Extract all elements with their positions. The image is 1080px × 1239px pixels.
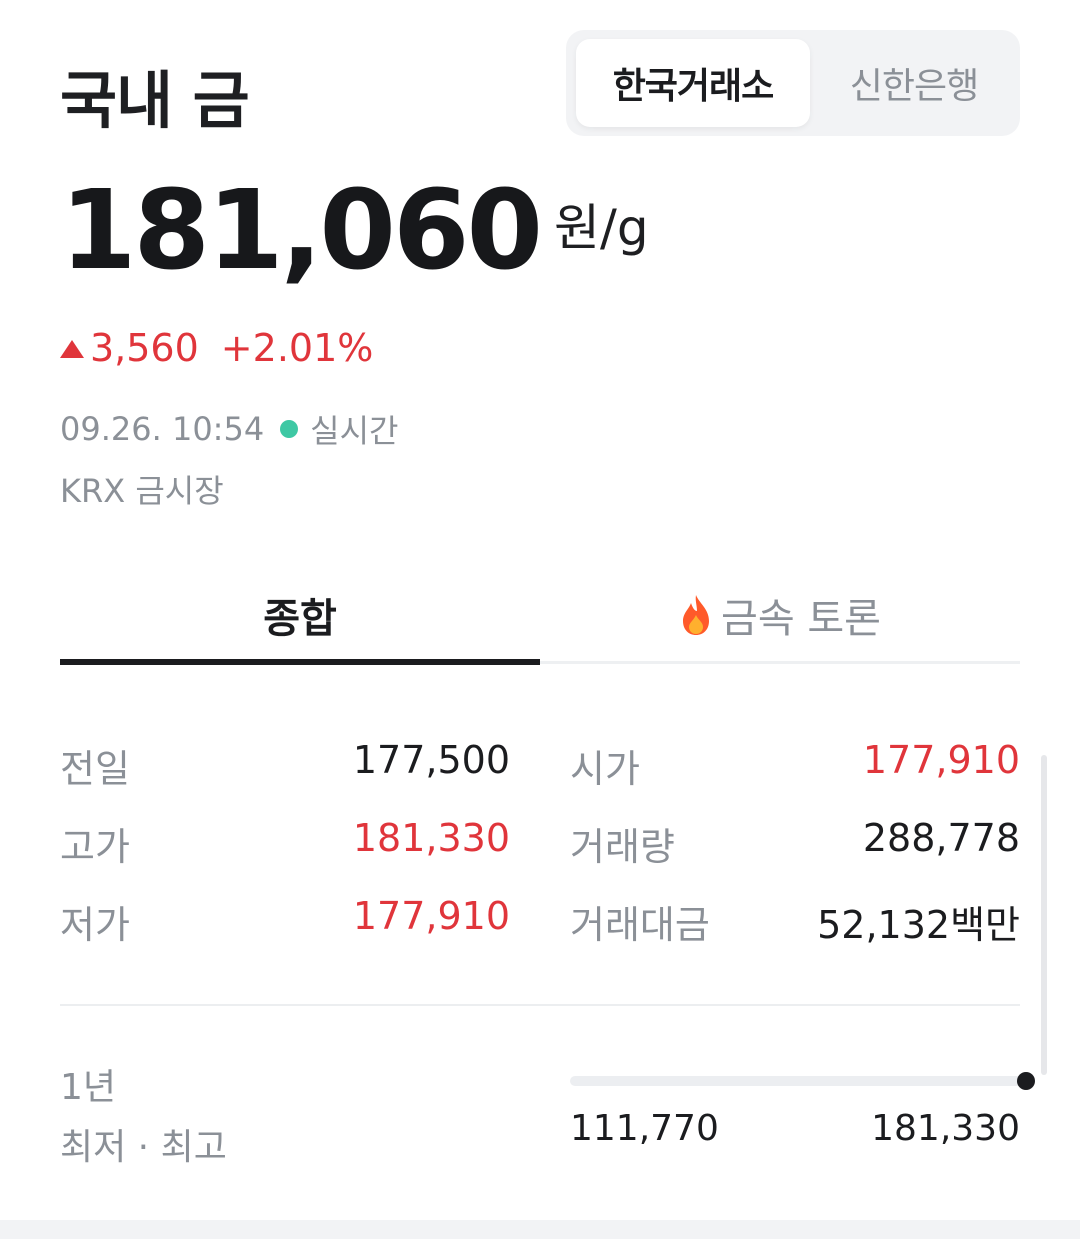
price-change: 3,560 +2.01% bbox=[60, 326, 373, 370]
price-display: 181,060 원/g bbox=[60, 168, 649, 292]
range-current-marker bbox=[1017, 1072, 1035, 1090]
stat-row: 저가 177,910 거래대금 52,132백만 bbox=[60, 886, 1020, 964]
timestamp-row: 09.26. 10:54 실시간 bbox=[60, 406, 399, 452]
stat-value: 177,910 bbox=[352, 894, 510, 938]
market-name: KRX 금시장 bbox=[60, 472, 224, 510]
stat-row: 전일 177,500 시가 177,910 bbox=[60, 730, 1020, 808]
stat-value: 181,330 bbox=[352, 816, 510, 860]
range-high: 181,330 bbox=[871, 1108, 1020, 1149]
exchange-segmented-control: 한국거래소 신한은행 bbox=[566, 30, 1020, 136]
scrollbar[interactable] bbox=[1041, 755, 1047, 1075]
stat-label: 거래량 bbox=[570, 825, 675, 869]
stat-label: 거래대금 bbox=[570, 903, 710, 947]
range-label: 1년 최저 · 최고 bbox=[60, 1058, 227, 1178]
range-caption: 최저 · 최고 bbox=[60, 1127, 227, 1168]
tab-discussion[interactable]: 금속 토론 bbox=[540, 570, 1020, 660]
live-status: 실시간 bbox=[310, 412, 399, 450]
range-period: 1년 bbox=[60, 1067, 117, 1108]
up-triangle-icon bbox=[60, 340, 84, 358]
change-amount: 3,560 bbox=[90, 326, 199, 370]
current-price: 181,060 bbox=[60, 166, 543, 294]
change-percent: +2.01% bbox=[220, 326, 374, 370]
range-bar bbox=[570, 1076, 1026, 1086]
stat-label: 고가 bbox=[60, 825, 130, 869]
stat-value: 177,910 bbox=[862, 738, 1020, 782]
stat-label: 시가 bbox=[570, 747, 640, 791]
gold-price-page: 국내 금 한국거래소 신한은행 181,060 원/g 3,560 +2.01%… bbox=[0, 0, 1080, 1239]
stat-value: 288,778 bbox=[862, 816, 1020, 860]
stat-value: 177,500 bbox=[352, 738, 510, 782]
live-dot-icon bbox=[280, 420, 299, 438]
update-time: 09.26. 10:54 bbox=[60, 410, 265, 448]
section-divider bbox=[60, 1004, 1020, 1006]
bottom-section-band bbox=[0, 1220, 1080, 1239]
price-unit: 원/g bbox=[554, 199, 649, 257]
fire-icon bbox=[683, 595, 710, 635]
tab-bar: 종합 금속 토론 bbox=[60, 570, 1020, 666]
segment-krx[interactable]: 한국거래소 bbox=[576, 39, 810, 127]
tab-discussion-label: 금속 토론 bbox=[721, 596, 881, 642]
active-tab-indicator bbox=[60, 659, 540, 665]
stats-table: 전일 177,500 시가 177,910 고가 181,330 거래량 288… bbox=[60, 730, 1020, 964]
segment-shinhan[interactable]: 신한은행 bbox=[816, 39, 1012, 127]
tab-overview[interactable]: 종합 bbox=[60, 570, 540, 660]
stat-value: 52,132백만 bbox=[817, 903, 1020, 947]
tab-overview-label: 종합 bbox=[263, 596, 337, 642]
stat-label: 전일 bbox=[60, 747, 130, 791]
page-title: 국내 금 bbox=[60, 64, 250, 137]
range-low: 111,770 bbox=[570, 1108, 719, 1149]
stat-row: 고가 181,330 거래량 288,778 bbox=[60, 808, 1020, 886]
stat-label: 저가 bbox=[60, 903, 130, 947]
